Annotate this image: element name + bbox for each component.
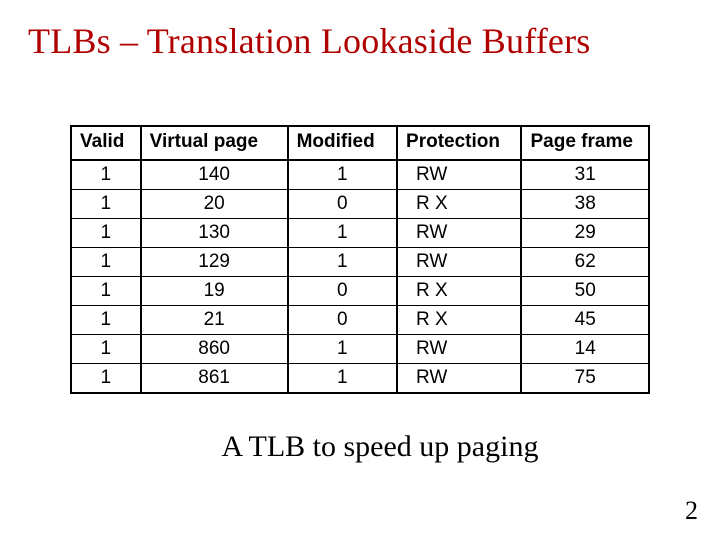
cell-modified: 0 [288,190,397,219]
cell-protection: R X [397,306,521,335]
table-row: 1 140 1 RW 31 [71,160,649,190]
table-row: 1 129 1 RW 62 [71,248,649,277]
cell-protection: RW [397,364,521,394]
col-header-frame: Page frame [521,126,649,160]
cell-modified: 0 [288,277,397,306]
cell-frame: 38 [521,190,649,219]
cell-vpage: 140 [141,160,288,190]
cell-vpage: 860 [141,335,288,364]
table-row: 1 130 1 RW 29 [71,219,649,248]
table-body: 1 140 1 RW 31 1 20 0 R X 38 1 130 1 [71,160,649,393]
cell-protection: RW [397,335,521,364]
cell-protection: RW [397,160,521,190]
cell-vpage: 20 [141,190,288,219]
cell-vpage: 861 [141,364,288,394]
slide-caption: A TLB to speed up paging [0,430,720,464]
table-row: 1 20 0 R X 38 [71,190,649,219]
cell-frame: 75 [521,364,649,394]
cell-frame: 31 [521,160,649,190]
col-header-modified: Modified [288,126,397,160]
cell-valid: 1 [71,306,141,335]
tlb-table: Valid Virtual page Modified Protection P… [70,125,650,394]
cell-valid: 1 [71,248,141,277]
cell-valid: 1 [71,219,141,248]
cell-protection: RW [397,219,521,248]
table-row: 1 19 0 R X 50 [71,277,649,306]
cell-vpage: 21 [141,306,288,335]
cell-modified: 1 [288,160,397,190]
cell-protection: R X [397,277,521,306]
table-row: 1 861 1 RW 75 [71,364,649,394]
cell-protection: R X [397,190,521,219]
cell-vpage: 19 [141,277,288,306]
table-row: 1 21 0 R X 45 [71,306,649,335]
table-row: 1 860 1 RW 14 [71,335,649,364]
tlb-table-wrap: Valid Virtual page Modified Protection P… [70,125,650,394]
cell-vpage: 129 [141,248,288,277]
cell-valid: 1 [71,160,141,190]
col-header-protection: Protection [397,126,521,160]
slide: TLBs – Translation Lookaside Buffers Val… [0,0,720,540]
col-header-vpage: Virtual page [141,126,288,160]
cell-protection: RW [397,248,521,277]
cell-vpage: 130 [141,219,288,248]
cell-valid: 1 [71,277,141,306]
cell-valid: 1 [71,364,141,394]
cell-valid: 1 [71,190,141,219]
page-number: 2 [685,496,698,526]
cell-modified: 1 [288,219,397,248]
table-header-row: Valid Virtual page Modified Protection P… [71,126,649,160]
cell-valid: 1 [71,335,141,364]
cell-frame: 62 [521,248,649,277]
slide-title: TLBs – Translation Lookaside Buffers [0,20,720,62]
cell-modified: 1 [288,248,397,277]
cell-modified: 0 [288,306,397,335]
col-header-valid: Valid [71,126,141,160]
cell-frame: 14 [521,335,649,364]
cell-frame: 29 [521,219,649,248]
cell-frame: 45 [521,306,649,335]
cell-frame: 50 [521,277,649,306]
cell-modified: 1 [288,335,397,364]
cell-modified: 1 [288,364,397,394]
